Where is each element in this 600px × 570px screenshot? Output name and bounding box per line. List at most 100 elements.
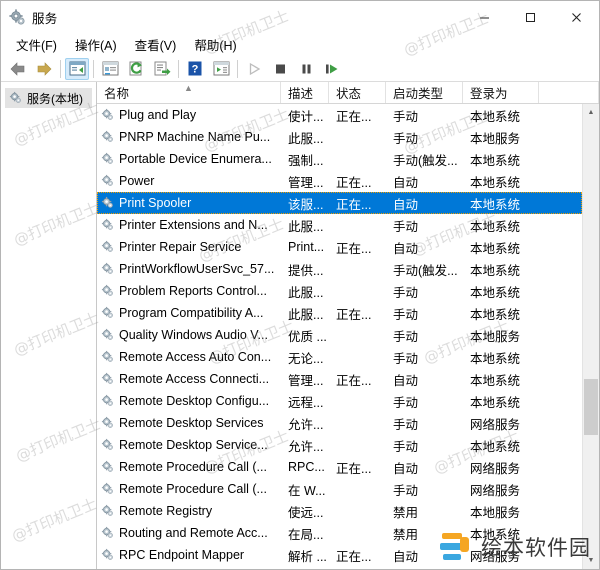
row-cell-startup-type: 自动 <box>386 170 463 192</box>
table-row[interactable]: Remote Desktop Services允许...手动网络服务 <box>97 412 582 434</box>
restart-service-button[interactable] <box>320 58 344 80</box>
table-row[interactable]: PNRP Machine Name Pu...此服...手动本地服务 <box>97 126 582 148</box>
row-cell-status: 正在... <box>329 544 386 566</box>
row-cell-startup-type: 手动 <box>386 280 463 302</box>
refresh-button[interactable] <box>124 58 148 80</box>
row-cell-status <box>329 280 386 302</box>
row-cell-filler <box>539 434 582 456</box>
row-cell-status <box>329 148 386 170</box>
row-cell-logon-as: 本地系统 <box>463 522 539 544</box>
table-row[interactable]: Printer Repair ServicePrint...正在...自动本地系… <box>97 236 582 258</box>
table-row[interactable]: RPC Endpoint Mapper解析 ...正在...自动网络服务 <box>97 544 582 566</box>
row-cell-name: Portable Device Enumera... <box>97 148 281 170</box>
row-cell-name: Remote Access Auto Con... <box>97 346 281 368</box>
row-cell-filler <box>539 126 582 148</box>
row-cell-status <box>329 258 386 280</box>
maximize-button[interactable] <box>507 1 553 33</box>
row-cell-description: 管理... <box>281 368 329 390</box>
table-row[interactable]: Routing and Remote Acc...在局...禁用本地系统 <box>97 522 582 544</box>
pause-service-button[interactable] <box>294 58 318 80</box>
menu-file[interactable]: 文件(F) <box>7 33 66 56</box>
row-cell-name: Remote Registry <box>97 500 281 522</box>
column-header-startup-type[interactable]: 启动类型 <box>386 82 463 103</box>
close-button[interactable] <box>553 1 599 33</box>
column-header-status[interactable]: 状态 <box>329 82 386 103</box>
row-cell-startup-type: 自动 <box>386 236 463 258</box>
column-header-startup-type-label: 启动类型 <box>393 83 443 102</box>
table-row[interactable]: Remote Procedure Call (...在 W...手动网络服务 <box>97 478 582 500</box>
row-cell-filler <box>539 214 582 236</box>
row-cell-name: Printer Extensions and N... <box>97 214 281 236</box>
help-button[interactable]: ? <box>183 58 207 80</box>
services-list-pane: 名称 ▲ 描述 状态 启动类型 登录为 Plug and P <box>97 82 599 569</box>
row-cell-status <box>329 324 386 346</box>
table-row[interactable]: Remote Access Auto Con...无论...手动本地系统 <box>97 346 582 368</box>
minimize-button[interactable] <box>461 1 507 33</box>
row-cell-filler <box>539 368 582 390</box>
forward-button[interactable] <box>32 58 56 80</box>
row-cell-name: Plug and Play <box>97 104 281 126</box>
vertical-scrollbar[interactable]: ▲ ▼ <box>582 104 599 569</box>
tree-node-services-local[interactable]: 服务(本地) <box>5 88 92 108</box>
table-row[interactable]: Print Spooler该服...正在...自动本地系统 <box>97 192 582 214</box>
service-name-label: Print Spooler <box>119 196 191 210</box>
row-cell-logon-as: 网络服务 <box>463 412 539 434</box>
back-button[interactable] <box>6 58 30 80</box>
table-row[interactable]: Remote Desktop Configu...远程...手动本地系统 <box>97 390 582 412</box>
row-cell-logon-as: 本地系统 <box>463 302 539 324</box>
table-row[interactable]: Quality Windows Audio V...优质 ...手动本地服务 <box>97 324 582 346</box>
row-cell-status: 正在... <box>329 192 386 214</box>
view-details-button[interactable] <box>209 58 233 80</box>
row-cell-status <box>329 412 386 434</box>
start-service-button[interactable] <box>242 58 266 80</box>
column-header-description[interactable]: 描述 <box>281 82 329 103</box>
menu-view[interactable]: 查看(V) <box>126 33 186 56</box>
service-name-label: Remote Access Auto Con... <box>119 350 271 364</box>
services-gear-icon <box>8 8 26 26</box>
row-cell-name: Print Spooler <box>97 192 281 214</box>
row-cell-status <box>329 126 386 148</box>
table-row[interactable]: Printer Extensions and N...此服...手动本地系统 <box>97 214 582 236</box>
row-cell-logon-as: 本地系统 <box>463 170 539 192</box>
column-header-name[interactable]: 名称 ▲ <box>97 82 281 103</box>
table-row[interactable]: PrintWorkflowUserSvc_57...提供...手动(触发...本… <box>97 258 582 280</box>
row-cell-name: Remote Access Connecti... <box>97 368 281 390</box>
table-row[interactable]: Remote Registry使远...禁用本地服务 <box>97 500 582 522</box>
show-hide-tree-button[interactable] <box>65 58 89 80</box>
row-cell-name: Problem Reports Control... <box>97 280 281 302</box>
row-cell-logon-as: 本地系统 <box>463 214 539 236</box>
row-cell-startup-type: 手动 <box>386 478 463 500</box>
row-cell-logon-as: 本地系统 <box>463 236 539 258</box>
scroll-down-button[interactable]: ▼ <box>583 552 599 569</box>
properties-button[interactable] <box>98 58 122 80</box>
export-list-button[interactable] <box>150 58 174 80</box>
table-row[interactable]: Remote Procedure Call (...RPC...正在...自动网… <box>97 456 582 478</box>
service-gear-icon <box>101 130 115 144</box>
row-cell-startup-type: 自动 <box>386 544 463 566</box>
service-gear-icon <box>101 240 115 254</box>
table-row[interactable]: Remote Desktop Service...允许...手动本地系统 <box>97 434 582 456</box>
row-cell-description: 在局... <box>281 522 329 544</box>
menu-action[interactable]: 操作(A) <box>66 33 126 56</box>
table-row[interactable]: Plug and Play使计...正在...手动本地系统 <box>97 104 582 126</box>
table-row[interactable]: Program Compatibility A...此服...正在...手动本地… <box>97 302 582 324</box>
table-row[interactable]: Remote Access Connecti...管理...正在...自动本地系… <box>97 368 582 390</box>
row-cell-startup-type: 自动 <box>386 368 463 390</box>
row-cell-startup-type: 自动 <box>386 192 463 214</box>
row-cell-status: 正在... <box>329 456 386 478</box>
menu-help[interactable]: 帮助(H) <box>185 33 245 56</box>
table-row[interactable]: Portable Device Enumera...强制...手动(触发...本… <box>97 148 582 170</box>
stop-service-button[interactable] <box>268 58 292 80</box>
column-header-filler <box>539 82 599 103</box>
table-row[interactable]: Problem Reports Control...此服...手动本地系统 <box>97 280 582 302</box>
service-gear-icon <box>101 482 115 496</box>
row-cell-status <box>329 346 386 368</box>
row-cell-logon-as: 本地系统 <box>463 258 539 280</box>
row-cell-filler <box>539 324 582 346</box>
row-cell-name: Power <box>97 170 281 192</box>
table-row[interactable]: Power管理...正在...自动本地系统 <box>97 170 582 192</box>
row-cell-description: 在 W... <box>281 478 329 500</box>
scroll-up-button[interactable]: ▲ <box>583 104 599 121</box>
column-header-logon-as[interactable]: 登录为 <box>463 82 539 103</box>
scrollbar-thumb[interactable] <box>584 379 598 435</box>
